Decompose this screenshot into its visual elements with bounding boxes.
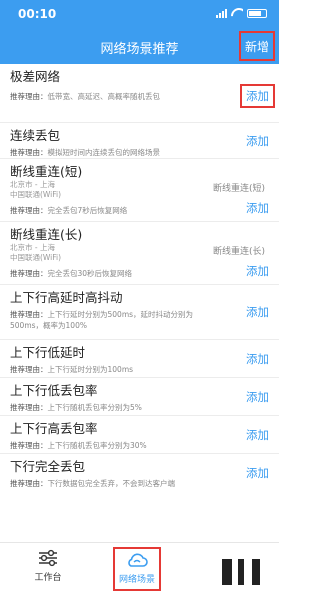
scene-title: 连续丢包 <box>10 128 61 143</box>
status-bar: 00:10 <box>0 0 279 28</box>
add-scene-button[interactable]: 添加 <box>246 304 269 320</box>
reason-text: 上下行延时分别为100ms <box>47 365 134 374</box>
scene-item: 上下行高延时高抖动 推荐理由：上下行延时分别为500ms，延时抖动分别为500m… <box>0 285 279 340</box>
scene-title: 断线重连(短) <box>10 164 83 179</box>
reason-label: 推荐理由： <box>10 365 48 374</box>
scene-item: 极差网络 推荐理由：低带宽、高延迟、高概率随机丢包 添加 <box>0 64 279 123</box>
reason-text: 完全丢包30秒后恢复网络 <box>47 269 133 278</box>
scene-item: 上下行低丢包率 推荐理由：上下行随机丢包率分别为5% 添加 <box>0 378 279 416</box>
reason-label: 推荐理由： <box>10 403 48 412</box>
tab-network-scene[interactable]: 网络场景 <box>113 547 161 591</box>
reason-label: 推荐理由： <box>10 479 48 488</box>
scene-reason: 推荐理由：模拟短时间内连续丢包的网络场景 <box>10 147 269 158</box>
scene-reason: 推荐理由：低带宽、高延迟、高概率随机丢包 <box>10 91 269 102</box>
status-time: 00:10 <box>18 7 57 21</box>
scene-reason: 推荐理由：下行数据包完全丢弃，不会到达客户端 <box>10 478 269 489</box>
scene-title: 上下行低延时 <box>10 345 86 360</box>
scene-title: 极差网络 <box>10 69 61 84</box>
scene-title: 下行完全丢包 <box>10 459 86 474</box>
scene-item: 连续丢包 推荐理由：模拟短时间内连续丢包的网络场景 添加 <box>0 123 279 159</box>
scene-item: 断线重连(短) 北京市 - 上海 中国联通(WiFi) 推荐理由：完全丢包7秒后… <box>0 159 279 222</box>
scene-title: 上下行高丢包率 <box>10 421 98 436</box>
scene-mode: 断线重连(短) <box>212 184 265 194</box>
reason-text: 模拟短时间内连续丢包的网络场景 <box>47 148 161 157</box>
tab-bar: 工作台 网络场景 <box>0 542 279 600</box>
reason-text: 上下行随机丢包率分别为5% <box>47 403 142 412</box>
scene-title: 断线重连(长) <box>10 227 83 242</box>
scene-title: 上下行高延时高抖动 <box>10 290 123 305</box>
scene-item: 上下行高丢包率 推荐理由：上下行随机丢包率分别为30% 添加 <box>0 416 279 454</box>
add-scene-button[interactable]: 添加 <box>240 84 275 108</box>
add-new-button[interactable]: 新增 <box>239 31 275 61</box>
cloud-icon <box>128 553 148 567</box>
signal-icon <box>216 8 227 18</box>
add-scene-button[interactable]: 添加 <box>246 389 269 405</box>
scene-reason: 推荐理由：上下行随机丢包率分别为30% <box>10 440 269 451</box>
scene-title: 上下行低丢包率 <box>10 383 98 398</box>
reason-label: 推荐理由： <box>10 206 48 215</box>
scene-mode: 断线重连(长) <box>212 247 265 257</box>
add-scene-button[interactable]: 添加 <box>246 200 269 216</box>
add-scene-button[interactable]: 添加 <box>246 427 269 443</box>
reason-label: 推荐理由： <box>10 441 48 450</box>
tab-network-scene-label: 网络场景 <box>118 575 155 585</box>
scene-item: 断线重连(长) 北京市 - 上海 中国联通(WiFi) 推荐理由：完全丢包30秒… <box>0 222 279 285</box>
reason-text: 低带宽、高延迟、高概率随机丢包 <box>47 92 161 101</box>
scene-reason: 推荐理由：上下行延时分别为500ms，延时抖动分别为500ms，概率为100% <box>10 309 210 331</box>
reason-label: 推荐理由： <box>10 92 48 101</box>
scene-item: 上下行低延时 推荐理由：上下行延时分别为100ms 添加 <box>0 340 279 378</box>
blurred-region <box>238 559 244 585</box>
add-scene-button[interactable]: 添加 <box>246 133 269 149</box>
scene-item: 下行完全丢包 推荐理由：下行数据包完全丢弃，不会到达客户端 添加 <box>0 454 279 502</box>
blurred-region <box>252 559 260 585</box>
reason-label: 推荐理由： <box>10 148 48 157</box>
reason-text: 完全丢包7秒后恢复网络 <box>47 206 128 215</box>
reason-text: 上下行随机丢包率分别为30% <box>47 441 147 450</box>
reason-label: 推荐理由： <box>10 269 48 278</box>
reason-text: 下行数据包完全丢弃，不会到达客户端 <box>47 479 176 488</box>
scene-reason: 推荐理由：上下行随机丢包率分别为5% <box>10 402 269 413</box>
add-scene-button[interactable]: 添加 <box>246 465 269 481</box>
scene-reason: 推荐理由：完全丢包30秒后恢复网络 <box>10 268 269 279</box>
nav-bar: 网络场景推荐 新增 <box>0 28 279 64</box>
scene-reason: 推荐理由：上下行延时分别为100ms <box>10 364 269 375</box>
wifi-icon <box>231 8 243 18</box>
status-icons <box>216 8 267 18</box>
page-title: 网络场景推荐 <box>100 42 179 57</box>
add-scene-button[interactable]: 添加 <box>246 351 269 367</box>
battery-icon <box>247 8 267 18</box>
scene-reason: 推荐理由：完全丢包7秒后恢复网络 <box>10 205 269 216</box>
tab-workbench-label: 工作台 <box>34 573 62 583</box>
add-scene-button[interactable]: 添加 <box>246 263 269 279</box>
reason-label: 推荐理由： <box>10 310 48 319</box>
sliders-icon <box>39 549 57 567</box>
blurred-region <box>222 559 232 585</box>
tab-workbench[interactable]: 工作台 <box>28 549 68 583</box>
scene-list[interactable]: 极差网络 推荐理由：低带宽、高延迟、高概率随机丢包 添加 连续丢包 推荐理由：模… <box>0 64 279 542</box>
